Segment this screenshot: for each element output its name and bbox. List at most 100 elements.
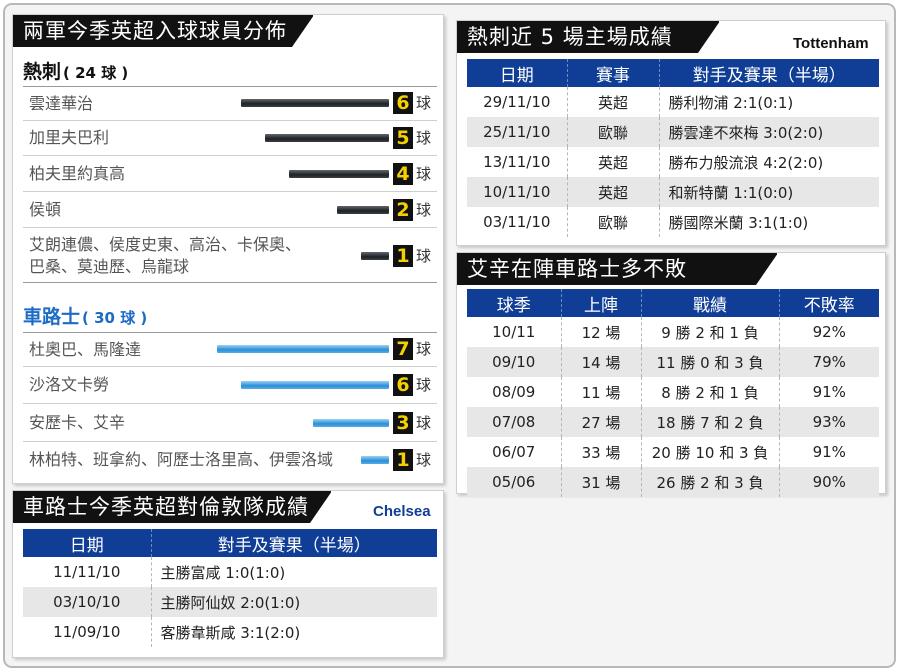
scorer-name: 雲達華治 (29, 94, 94, 113)
goal-bar (217, 345, 389, 353)
goal-count: 1 (393, 449, 413, 471)
scorer-row: 雲達華治 6 球 (23, 87, 437, 121)
col-opponent-result: 對手及賽果（半場） (658, 59, 879, 87)
scorer-row: 加里夫巴利 5 球 (23, 121, 437, 156)
cell-result: 主勝阿仙奴 2:0(1:0) (150, 587, 437, 617)
cell-record: 20 勝 10 和 3 負 (640, 437, 779, 467)
chelsea-logo-text: Chelsea (373, 503, 431, 520)
table-row: 11/09/10 客勝韋斯咸 3:1(2:0) (23, 617, 437, 647)
cell-result: 勝布力般流浪 4:2(2:0) (658, 147, 879, 177)
cell-result: 勝國際米蘭 3:1(1:0) (658, 207, 879, 237)
cell-appearances: 12 場 (560, 317, 641, 347)
col-season: 球季 (467, 289, 561, 317)
table-row: 29/11/10 英超 勝利物浦 2:1(0:1) (467, 87, 879, 117)
scorers-panel: 兩軍今季英超入球球員分佈 熱刺( 24 球 ) 雲達華治 6 球 加里夫巴利 5… (12, 14, 444, 484)
table-row: 09/10 14 場 11 勝 0 和 3 負 79% (467, 347, 879, 377)
cell-date: 10/11/10 (467, 177, 567, 207)
cell-result: 勝雲達不來梅 3:0(2:0) (658, 117, 879, 147)
cell-season: 09/10 (467, 347, 561, 377)
goal-unit: 球 (416, 451, 432, 469)
goal-unit: 球 (416, 340, 432, 358)
cell-result: 客勝韋斯咸 3:1(2:0) (150, 617, 437, 647)
goal-count: 3 (393, 412, 413, 434)
goal-unit: 球 (416, 94, 432, 112)
cell-date: 11/09/10 (53, 623, 121, 641)
table-row: 03/11/10 歐聯 勝國際米蘭 3:1(1:0) (467, 207, 879, 237)
cell-competition: 歐聯 (566, 117, 659, 147)
cell-appearances: 11 場 (560, 377, 641, 407)
chelsea-london-header: 車路士今季英超對倫敦隊成績 (13, 491, 331, 523)
cell-competition: 英超 (566, 87, 659, 117)
cell-result: 主勝富咸 1:0(1:0) (150, 557, 437, 587)
scorer-name: 杜奧巴、馬隆達 (29, 340, 142, 359)
goal-bar (241, 381, 389, 389)
goal-bar (361, 252, 389, 260)
scorer-name: 沙洛文卡勞 (29, 375, 110, 394)
essien-header: 艾辛在陣車路士多不敗 (457, 253, 777, 285)
table-row: 07/08 27 場 18 勝 7 和 2 負 93% (467, 407, 879, 437)
scorer-name: 林柏特、班拿約、阿歷士洛里高、伊雲洛域 (29, 450, 334, 469)
cell-competition: 歐聯 (566, 207, 659, 237)
spurs-home-panel: 熱刺近 5 場主場成績 Tottenham 日期 賽事 對手及賽果（半場） 29… (456, 20, 886, 246)
goal-unit: 球 (416, 247, 432, 265)
goal-bar (241, 99, 389, 107)
goal-count: 4 (393, 163, 413, 185)
scorer-row: 侯頓 2 球 (23, 192, 437, 228)
table-row: 10/11 12 場 9 勝 2 和 1 負 92% (467, 317, 879, 347)
cell-record: 8 勝 2 和 1 負 (640, 377, 779, 407)
goal-unit: 球 (416, 201, 432, 219)
spurs-section-title: 熱刺( 24 球 ) (23, 57, 128, 84)
col-competition: 賽事 (566, 59, 659, 87)
scorer-row: 柏夫里約真高 4 球 (23, 156, 437, 192)
cell-unbeaten-rate: 90% (778, 467, 879, 497)
col-date: 日期 (467, 59, 567, 87)
cell-unbeaten-rate: 91% (778, 377, 879, 407)
goal-unit: 球 (416, 129, 432, 147)
table-row: 03/10/10 主勝阿仙奴 2:0(1:0) (23, 587, 437, 617)
cell-unbeaten-rate: 93% (778, 407, 879, 437)
scorer-name: 侯頓 (29, 200, 62, 219)
scorer-row: 安歷卡、艾辛 3 球 (23, 404, 437, 442)
goal-bar (361, 456, 389, 464)
col-appearances: 上陣 (560, 289, 641, 317)
scorer-name-line1: 艾朗連儂、侯度史東、高治、卡保奧、 (29, 235, 302, 254)
scorer-row: 艾朗連儂、侯度史東、高治、卡保奧、 巴桑、莫迪歷、烏龍球 1 球 (23, 228, 437, 283)
goal-count: 6 (393, 92, 413, 114)
table-header-row: 球季 上陣 戰績 不敗率 (467, 289, 879, 317)
scorer-row: 林柏特、班拿約、阿歷士洛里高、伊雲洛域 1 球 (23, 442, 437, 478)
cell-record: 11 勝 0 和 3 負 (640, 347, 779, 377)
chelsea-section-title: 車路士( 30 球 ) (23, 302, 147, 329)
spurs-home-table: 日期 賽事 對手及賽果（半場） 29/11/10 英超 勝利物浦 2:1(0:1… (467, 59, 879, 237)
chelsea-london-panel: 車路士今季英超對倫敦隊成績 Chelsea 日期 對手及賽果（半場） 11/11… (12, 490, 444, 658)
cell-season: 06/07 (492, 443, 536, 461)
table-row: 13/11/10 英超 勝布力般流浪 4:2(2:0) (467, 147, 879, 177)
cell-competition: 英超 (566, 177, 659, 207)
cell-date: 13/11/10 (483, 153, 551, 171)
scorer-name: 安歷卡、艾辛 (29, 413, 126, 432)
spurs-home-header: 熱刺近 5 場主場成績 (457, 21, 719, 53)
goal-bar (337, 206, 389, 214)
spurs-goal-count: ( 24 球 ) (63, 64, 129, 82)
col-opponent-result: 對手及賽果（半場） (150, 529, 437, 557)
table-row: 05/06 31 場 26 勝 2 和 3 負 90% (467, 467, 879, 497)
cell-result: 勝利物浦 2:1(0:1) (658, 87, 879, 117)
cell-season: 05/06 (467, 467, 561, 497)
goal-unit: 球 (416, 414, 432, 432)
cell-record: 18 勝 7 和 2 負 (640, 407, 779, 437)
cell-record: 9 勝 2 和 1 負 (640, 317, 779, 347)
col-date: 日期 (23, 529, 151, 557)
scorer-name-line2: 巴桑、莫迪歷、烏龍球 (29, 257, 190, 276)
goal-bar (265, 134, 389, 142)
cell-date: 03/10/10 (23, 587, 151, 617)
col-unbeaten-rate: 不敗率 (778, 289, 879, 317)
chelsea-goal-count: ( 30 球 ) (82, 309, 148, 327)
goal-count: 2 (393, 199, 413, 221)
table-row: 25/11/10 歐聯 勝雲達不來梅 3:0(2:0) (467, 117, 879, 147)
essien-table: 球季 上陣 戰績 不敗率 10/11 12 場 9 勝 2 和 1 負 92% … (467, 289, 879, 497)
table-header-row: 日期 賽事 對手及賽果（半場） (467, 59, 879, 87)
tottenham-logo-text: Tottenham (793, 35, 869, 52)
table-row: 10/11/10 英超 和新特蘭 1:1(0:0) (467, 177, 879, 207)
table-row: 06/07 33 場 20 勝 10 和 3 負 91% (467, 437, 879, 467)
cell-record: 26 勝 2 和 3 負 (640, 467, 779, 497)
essien-panel: 艾辛在陣車路士多不敗 球季 上陣 戰績 不敗率 10/11 12 場 9 勝 2… (456, 252, 886, 497)
